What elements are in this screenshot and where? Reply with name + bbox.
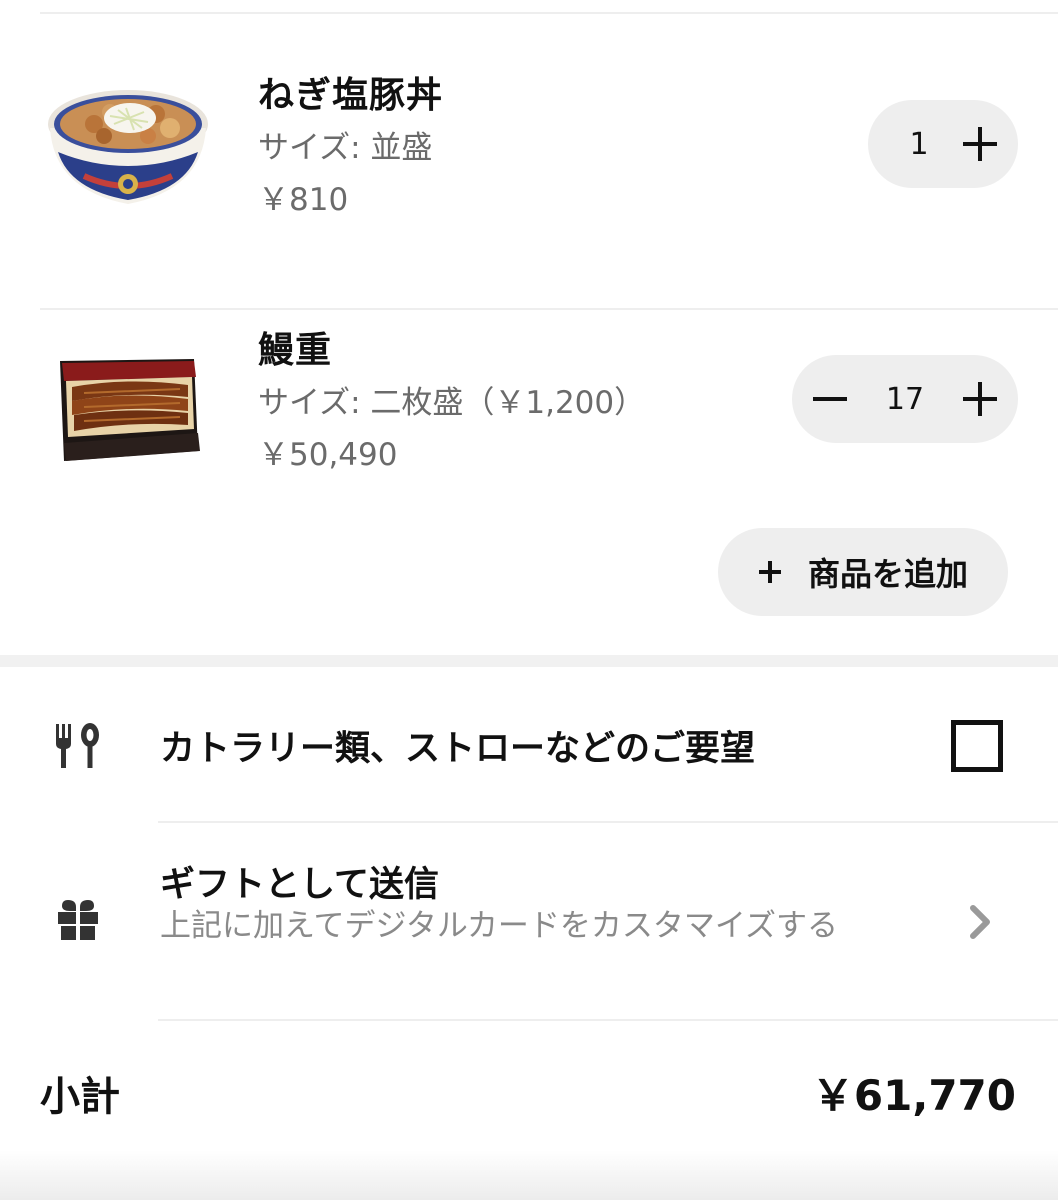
unaju-box-image bbox=[60, 359, 200, 461]
subtotal-value: ￥61,770 bbox=[811, 1071, 1016, 1120]
item-name: 鰻重 bbox=[258, 330, 333, 371]
chevron-right-icon bbox=[970, 905, 990, 939]
item-size: サイズ: 並盛 bbox=[258, 130, 433, 166]
cart-page: ねぎ塩豚丼 サイズ: 並盛 ￥810 1 鰻重 サイズ: 二枚盛（￥1,200）… bbox=[0, 0, 1058, 1200]
quantity-stepper: 17 bbox=[792, 355, 1018, 443]
plus-icon bbox=[963, 127, 997, 161]
row-divider bbox=[158, 821, 1058, 823]
decrease-quantity-button[interactable] bbox=[792, 355, 868, 443]
send-as-gift-row[interactable]: ギフトとして送信 上記に加えてデジタルカードをカスタマイズする bbox=[0, 830, 1058, 1015]
cutlery-request-checkbox[interactable] bbox=[951, 720, 1003, 772]
gift-icon bbox=[58, 900, 98, 940]
top-divider bbox=[40, 12, 1058, 14]
plus-icon bbox=[758, 561, 781, 583]
increase-quantity-button[interactable] bbox=[942, 100, 1018, 188]
subtotal-row: 小計 ￥61,770 bbox=[0, 1040, 1058, 1140]
gift-description: 上記に加えてデジタルカードをカスタマイズする bbox=[160, 908, 838, 944]
cutlery-request-label: カトラリー類、ストローなどのご要望 bbox=[160, 729, 756, 769]
cutlery-icon bbox=[56, 723, 99, 768]
quantity-value: 17 bbox=[885, 381, 925, 417]
cart-item: ねぎ塩豚丼 サイズ: 並盛 ￥810 1 bbox=[0, 40, 1058, 310]
add-item-button[interactable]: 商品を追加 bbox=[718, 528, 1008, 616]
plus-icon bbox=[963, 382, 997, 416]
add-item-label: 商品を追加 bbox=[807, 555, 968, 593]
item-price: ￥810 bbox=[258, 182, 349, 218]
negi-shio-butadon-bowl-image bbox=[48, 90, 208, 204]
item-size: サイズ: 二枚盛（￥1,200） bbox=[258, 385, 646, 421]
increase-quantity-button[interactable] bbox=[942, 355, 1018, 443]
cart-item: 鰻重 サイズ: 二枚盛（￥1,200） ￥50,490 17 bbox=[0, 295, 1058, 545]
row-divider bbox=[158, 1019, 1058, 1021]
bottom-fade bbox=[0, 1150, 1058, 1200]
section-divider bbox=[0, 655, 1058, 667]
quantity-stepper: 1 bbox=[868, 100, 1018, 188]
minus-icon bbox=[813, 397, 847, 401]
gift-title: ギフトとして送信 bbox=[160, 865, 439, 905]
item-price: ￥50,490 bbox=[258, 437, 398, 473]
item-name: ねぎ塩豚丼 bbox=[258, 75, 444, 116]
subtotal-label: 小計 bbox=[40, 1074, 120, 1120]
cutlery-request-row[interactable]: カトラリー類、ストローなどのご要望 bbox=[0, 690, 1058, 810]
quantity-value: 1 bbox=[909, 126, 929, 162]
